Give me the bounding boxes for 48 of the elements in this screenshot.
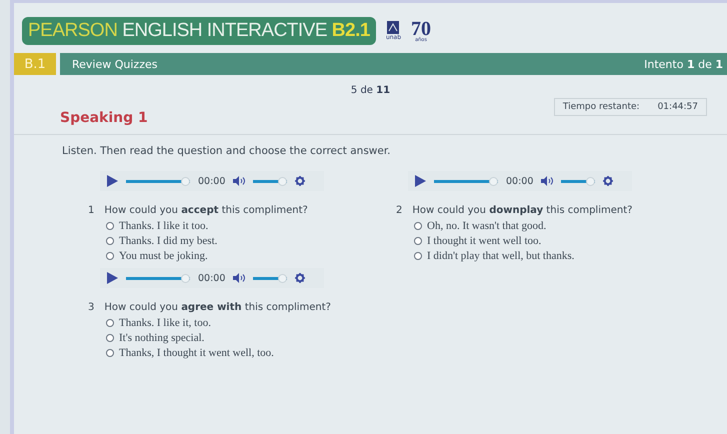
- question-text: How could you agree with this compliment?: [104, 302, 331, 313]
- radio-button[interactable]: [414, 237, 422, 245]
- time-label: 00:00: [506, 176, 534, 186]
- answer-option[interactable]: I thought it went well too.: [414, 235, 696, 247]
- question-number: 2: [396, 205, 402, 216]
- answer-option[interactable]: Thanks, I thought it went well, too.: [106, 347, 388, 359]
- question-total: 11: [376, 85, 390, 96]
- anniversary-number: 70: [411, 20, 432, 38]
- question-number: 1: [88, 205, 94, 216]
- play-icon[interactable]: [414, 175, 426, 187]
- radio-button[interactable]: [106, 252, 114, 260]
- answer-option[interactable]: Thanks. I did my best.: [106, 235, 388, 247]
- course-logo: PEARSON ENGLISH INTERACTIVE B2.1: [22, 17, 376, 45]
- radio-button[interactable]: [106, 237, 114, 245]
- level-code: B.1: [14, 53, 56, 75]
- question-position: 5 de: [350, 85, 373, 96]
- settings-icon[interactable]: [295, 273, 306, 283]
- question-text: How could you downplay this compliment?: [412, 205, 632, 216]
- answer-option[interactable]: It's nothing special.: [106, 332, 388, 344]
- play-icon[interactable]: [106, 175, 118, 187]
- radio-button[interactable]: [414, 222, 422, 230]
- radio-button[interactable]: [106, 222, 114, 230]
- settings-icon[interactable]: [603, 176, 614, 186]
- answer-option[interactable]: Oh, no. It wasn't that good.: [414, 220, 696, 232]
- question-text: How could you accept this compliment?: [104, 205, 308, 216]
- radio-button[interactable]: [106, 319, 114, 327]
- timer-value: 01:44:57: [658, 102, 698, 112]
- instruction-text: Listen. Then read the question and choose the correct answer.: [61, 144, 392, 157]
- play-icon[interactable]: [106, 272, 118, 284]
- attempt-counter: Intento 1 de 1: [644, 58, 723, 70]
- radio-button[interactable]: [106, 334, 114, 342]
- radio-button[interactable]: [414, 252, 422, 260]
- volume-icon[interactable]: [233, 176, 246, 186]
- timer-label: Tiempo restante:: [562, 102, 640, 112]
- answer-option[interactable]: Thanks. I like it, too.: [106, 317, 388, 329]
- answer-option[interactable]: Thanks. I like it too.: [106, 220, 388, 232]
- university-emblem-icon: [387, 21, 400, 34]
- volume-icon[interactable]: [541, 176, 554, 186]
- course-title: Review Quizzes: [72, 58, 158, 70]
- section-title: Speaking 1: [60, 110, 148, 126]
- volume-icon[interactable]: [233, 273, 246, 283]
- radio-button[interactable]: [106, 349, 114, 357]
- answer-option[interactable]: I didn't play that well, but thanks.: [414, 250, 696, 262]
- question-number: 3: [88, 302, 94, 313]
- answer-option[interactable]: You must be joking.: [106, 250, 388, 262]
- settings-icon[interactable]: [295, 176, 306, 186]
- time-label: 00:00: [198, 272, 226, 284]
- time-label: 00:00: [198, 176, 226, 186]
